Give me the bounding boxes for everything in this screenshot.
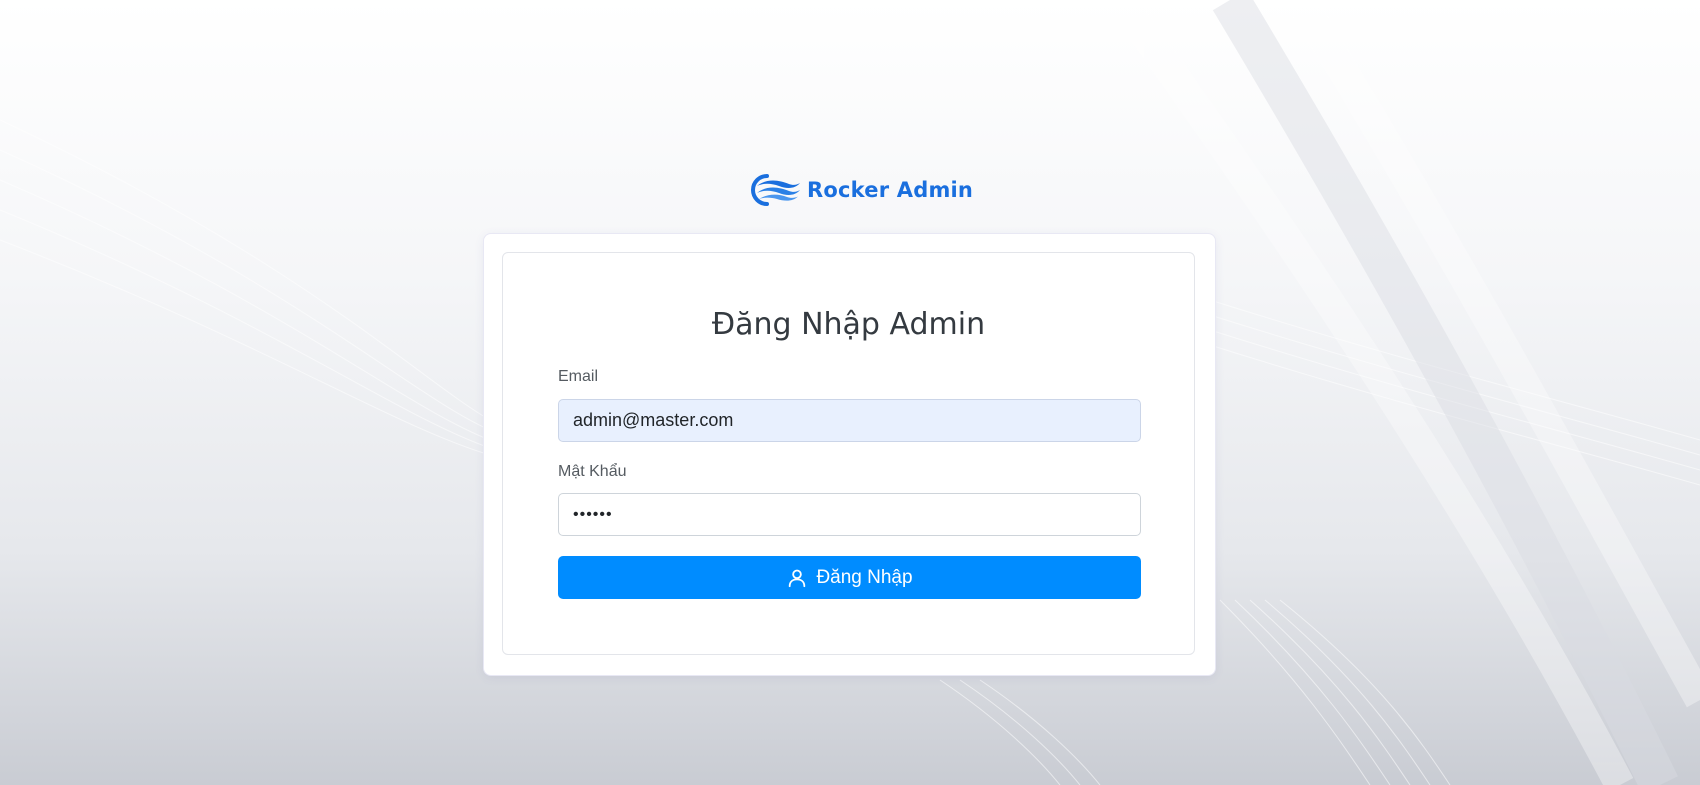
login-card: Đăng Nhập Admin Email Mật Khẩu Đăng Nhập [484, 234, 1215, 675]
brand-name: Rocker Admin [807, 178, 974, 202]
password-input[interactable] [558, 493, 1141, 536]
login-button-label: Đăng Nhập [816, 566, 913, 588]
login-form: Đăng Nhập Admin Email Mật Khẩu Đăng Nhập [502, 252, 1195, 655]
wave-logo-icon [751, 174, 800, 206]
email-input[interactable] [558, 399, 1141, 442]
email-label: Email [558, 368, 599, 385]
password-label: Mật Khẩu [558, 463, 627, 480]
user-icon [789, 569, 806, 587]
brand: Rocker Admin [745, 170, 973, 210]
page-title: Đăng Nhập Admin [711, 307, 986, 342]
login-button[interactable]: Đăng Nhập [558, 556, 1141, 599]
